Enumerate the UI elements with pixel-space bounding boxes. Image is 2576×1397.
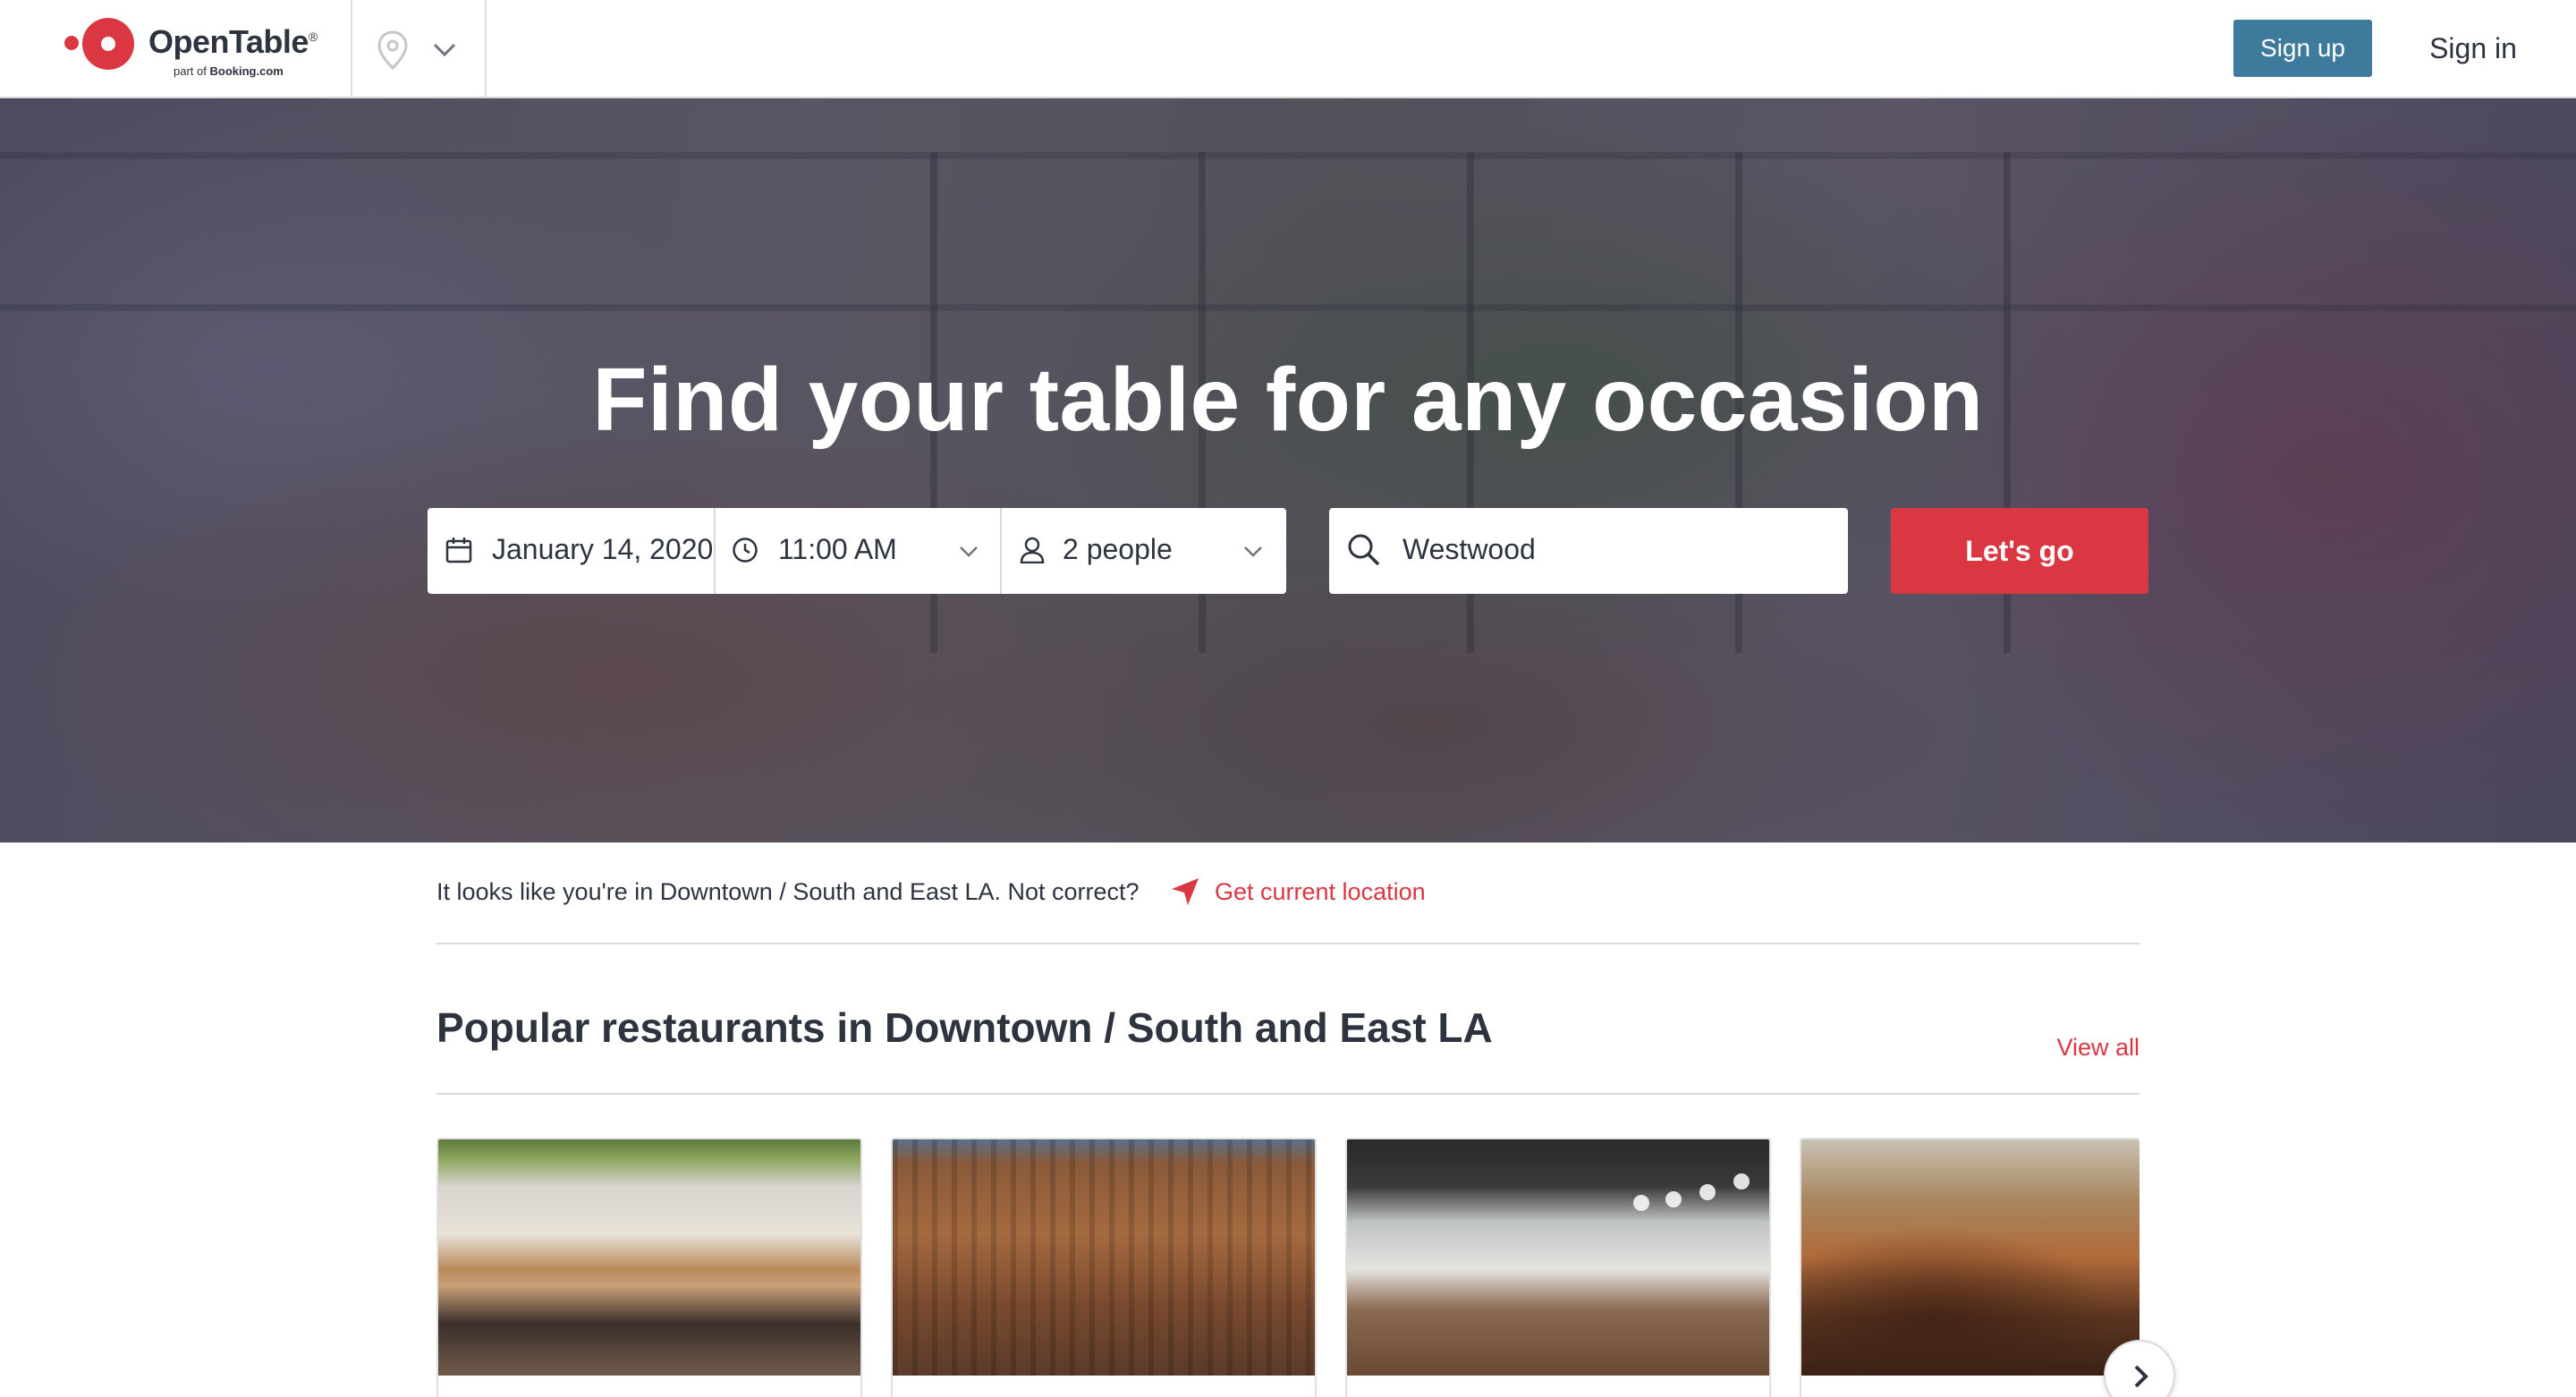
carousel-next-button[interactable] <box>2104 1340 2175 1397</box>
brand-name: OpenTable <box>148 23 309 60</box>
party-size-select[interactable]: 2 people <box>1002 508 1286 594</box>
header-divider <box>485 0 487 97</box>
location-notice: It looks like you're in Downtown / South… <box>436 878 2140 914</box>
restaurant-photo <box>1801 1139 2140 1376</box>
clock-icon <box>733 538 758 563</box>
chevron-down-icon <box>960 546 978 557</box>
chevron-right-icon <box>2134 1365 2148 1388</box>
pendant-light <box>1733 1173 1750 1190</box>
person-icon <box>1020 537 1045 563</box>
view-all-link[interactable]: View all <box>2012 1034 2140 1062</box>
lets-go-button[interactable]: Let's go <box>1891 508 2148 594</box>
top-header: OpenTable® part of Booking.com Sign up S… <box>0 0 2576 98</box>
brand-sub-prefix: part of <box>174 64 207 78</box>
hero-bg-detail <box>0 152 2576 159</box>
restaurant-card[interactable] <box>1345 1138 1771 1397</box>
section-divider <box>436 943 2140 944</box>
date-value: January 14, 2020 <box>492 533 714 565</box>
pendant-light <box>1633 1195 1649 1211</box>
chevron-down-icon <box>433 43 456 57</box>
pendant-light <box>1665 1191 1682 1207</box>
location-notice-message: It looks like you're in Downtown / South… <box>436 878 1140 905</box>
location-picker[interactable] <box>351 20 485 79</box>
get-current-location-link[interactable]: Get current location <box>1215 878 1426 906</box>
restaurant-photo <box>1347 1139 1769 1376</box>
navigation-arrow-icon[interactable] <box>1170 876 1200 907</box>
hero-title: Find your table for any occasion <box>592 350 1984 450</box>
reservation-search-group: January 14, 2020 11:00 AM 2 people <box>428 508 1286 594</box>
restaurant-card[interactable] <box>891 1138 1317 1397</box>
restaurant-card[interactable] <box>1800 1138 2140 1397</box>
map-pin-icon <box>377 30 408 70</box>
restaurant-photo <box>438 1139 860 1376</box>
brand-registered-mark: ® <box>308 30 318 44</box>
logo-dot-big <box>82 18 134 70</box>
hero-bg-detail <box>0 304 2576 311</box>
party-size-value: 2 people <box>1063 533 1173 565</box>
logo-dot-small <box>64 36 79 50</box>
pendant-light <box>1699 1184 1716 1200</box>
sign-in-button[interactable]: Sign in <box>2397 20 2549 77</box>
hero-banner: Find your table for any occasion <box>0 98 2576 842</box>
restaurant-card[interactable] <box>436 1138 862 1397</box>
popular-section-title: Popular restaurants in Downtown / South … <box>436 1004 1493 1051</box>
search-icon <box>1348 534 1380 566</box>
sign-up-button[interactable]: Sign up <box>2233 20 2372 77</box>
restaurant-photo <box>893 1139 1315 1376</box>
chevron-down-icon <box>1244 546 1262 557</box>
time-value: 11:00 AM <box>778 533 897 565</box>
location-search-input[interactable]: Westwood <box>1329 508 1848 594</box>
calendar-icon <box>445 538 472 563</box>
time-select[interactable]: 11:00 AM <box>716 508 1000 594</box>
date-picker[interactable]: January 14, 2020 <box>428 508 714 594</box>
brand-sub-company: Booking.com <box>209 64 284 78</box>
section-divider <box>436 1093 2140 1095</box>
location-search-value: Westwood <box>1402 533 1536 565</box>
opentable-logo[interactable]: OpenTable® part of Booking.com <box>59 14 318 86</box>
